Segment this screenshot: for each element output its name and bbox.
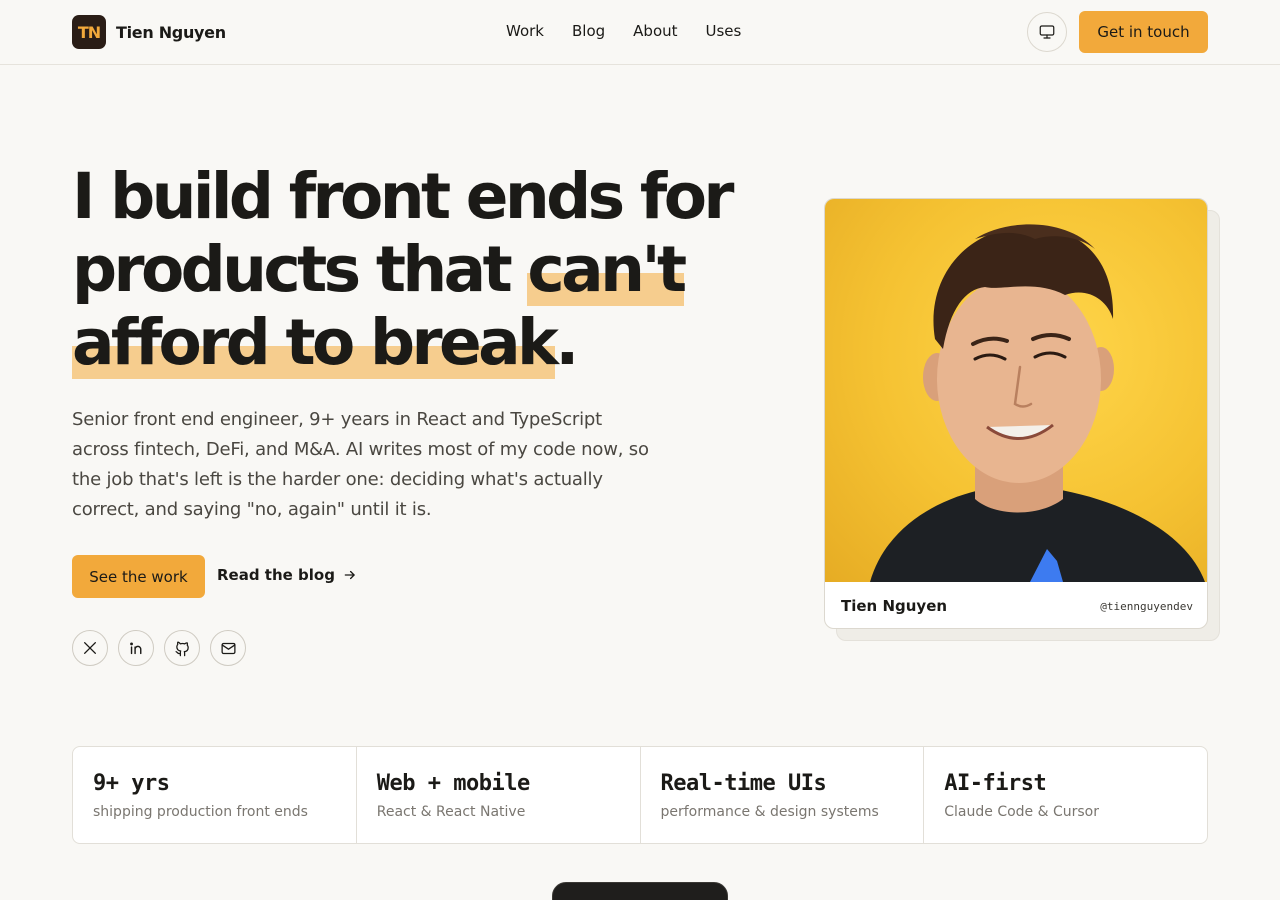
stat-label: React & React Native bbox=[376, 804, 526, 820]
stats-bar: 9+ yrs shipping production front ends We… bbox=[72, 746, 1208, 844]
stat-item: 9+ yrs shipping production front ends bbox=[73, 747, 357, 843]
stat-item: AI-first Claude Code & Cursor bbox=[924, 747, 1207, 843]
stat-label: Claude Code & Cursor bbox=[944, 804, 1099, 820]
get-in-touch-button[interactable]: Get in touch bbox=[1079, 11, 1208, 53]
github-link[interactable] bbox=[164, 630, 200, 666]
nav-item-work[interactable]: Work bbox=[506, 22, 544, 40]
hero-title: I build front ends for products that can… bbox=[72, 160, 734, 379]
brand-link[interactable]: TN Tien Nguyen bbox=[72, 15, 226, 49]
logo-icon: TN bbox=[72, 15, 106, 49]
hero-title-highlight-1: can't bbox=[527, 233, 687, 306]
hero-title-highlight-2: afford to break bbox=[72, 306, 559, 379]
nav-item-about[interactable]: About bbox=[633, 22, 677, 40]
stat-value: 9+ yrs bbox=[93, 771, 170, 796]
nav-item-uses[interactable]: Uses bbox=[706, 22, 742, 40]
site-header: TN Tien Nguyen Work Blog About Uses Get … bbox=[0, 0, 1280, 65]
card-footer: Tien Nguyen @tiennguyendev bbox=[825, 582, 1207, 628]
stat-value: Real-time UIs bbox=[660, 771, 827, 796]
hero-description: Senior front end engineer, 9+ years in R… bbox=[72, 409, 649, 520]
read-the-blog-link[interactable]: Read the blog bbox=[217, 566, 357, 584]
brand-name: Tien Nguyen bbox=[116, 22, 226, 42]
monitor-icon bbox=[1039, 25, 1055, 39]
main-nav: Work Blog About Uses bbox=[506, 22, 741, 40]
stat-item: Real-time UIs performance & design syste… bbox=[641, 747, 925, 843]
email-link[interactable] bbox=[210, 630, 246, 666]
stat-label: performance & design systems bbox=[660, 804, 879, 820]
theme-toggle-button[interactable] bbox=[1027, 12, 1067, 52]
stat-label: shipping production front ends bbox=[93, 804, 308, 820]
hero-title-end: . bbox=[555, 306, 579, 379]
stat-value: Web + mobile bbox=[376, 771, 530, 796]
card-name: Tien Nguyen bbox=[841, 597, 948, 615]
x-icon bbox=[84, 642, 96, 654]
mail-icon bbox=[220, 642, 236, 654]
read-the-blog-label: Read the blog bbox=[217, 566, 335, 584]
nav-item-blog[interactable]: Blog bbox=[572, 22, 605, 40]
social-links bbox=[72, 630, 246, 666]
see-the-work-button[interactable]: See the work bbox=[72, 555, 205, 598]
floating-dock[interactable] bbox=[552, 882, 728, 900]
profile-card: Tien Nguyen @tiennguyendev bbox=[824, 198, 1208, 629]
linkedin-link[interactable] bbox=[118, 630, 154, 666]
stat-value: AI-first bbox=[944, 771, 1047, 796]
stat-item: Web + mobile React & React Native bbox=[357, 747, 641, 843]
github-icon bbox=[174, 641, 189, 656]
profile-photo bbox=[825, 199, 1207, 582]
card-handle: @tiennguyendev bbox=[1100, 599, 1193, 613]
x-link[interactable] bbox=[72, 630, 108, 666]
portrait-illustration bbox=[870, 224, 1205, 582]
linkedin-icon bbox=[129, 641, 141, 654]
arrow-right-icon bbox=[344, 570, 355, 580]
